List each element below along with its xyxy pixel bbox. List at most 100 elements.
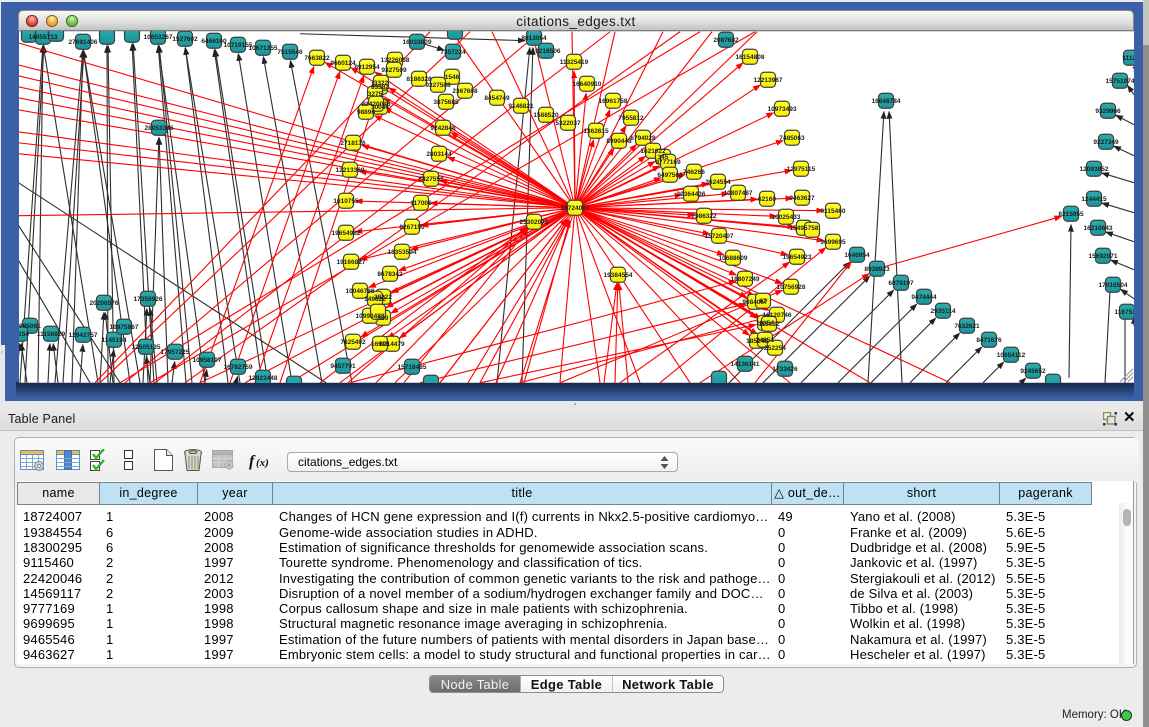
svg-text:16154808: 16154808: [736, 54, 765, 61]
svg-text:8678342: 8678342: [377, 271, 403, 278]
svg-text:117006: 117006: [410, 200, 432, 207]
svg-text:16915: 16915: [371, 341, 389, 348]
svg-text:6879197: 6879197: [888, 280, 914, 287]
svg-text:2718176: 2718176: [340, 140, 366, 147]
svg-text:1527602: 1527602: [172, 36, 198, 43]
svg-text:12213967: 12213967: [754, 77, 783, 84]
svg-text:16648784: 16648784: [872, 98, 901, 105]
svg-text:10975867: 10975867: [110, 324, 139, 331]
svg-text:3275: 3275: [368, 91, 383, 98]
svg-text:98896: 98896: [357, 109, 375, 116]
svg-text:9327509: 9327509: [381, 67, 407, 74]
svg-text:9146821: 9146821: [508, 103, 534, 110]
svg-text:1640954: 1640954: [844, 252, 870, 259]
svg-text:39154: 39154: [19, 331, 29, 338]
svg-text:12093852: 12093852: [1080, 166, 1109, 173]
svg-text:985061: 985061: [19, 323, 41, 330]
svg-text:16033809: 16033809: [403, 39, 432, 46]
svg-text:20206576: 20206576: [90, 300, 119, 307]
svg-text:8454749: 8454749: [484, 95, 510, 102]
svg-text:7625402: 7625402: [340, 339, 366, 346]
svg-text:10807487: 10807487: [724, 190, 753, 197]
svg-text:27691406: 27691406: [69, 39, 98, 46]
svg-text:12923448: 12923448: [249, 375, 278, 382]
svg-text:1588520: 1588520: [533, 112, 559, 119]
svg-text:16961758: 16961758: [599, 98, 628, 105]
svg-text:7515546: 7515546: [277, 49, 303, 56]
svg-text:9474444: 9474444: [911, 294, 937, 301]
svg-text:9242848: 9242848: [430, 125, 456, 132]
svg-text:9115460: 9115460: [821, 208, 846, 215]
svg-text:10654112: 10654112: [997, 352, 1026, 359]
svg-text:17010504: 17010504: [1099, 282, 1128, 289]
svg-text:14136141: 14136141: [731, 361, 760, 368]
svg-text:1546: 1546: [445, 74, 460, 81]
svg-text:8427552: 8427552: [418, 176, 444, 183]
svg-text:16120746: 16120746: [763, 312, 792, 319]
svg-text:10756928: 10756928: [777, 284, 806, 291]
svg-text:2803144: 2803144: [426, 151, 452, 158]
svg-text:15495758: 15495758: [790, 225, 819, 232]
svg-text:16782759: 16782759: [224, 364, 253, 371]
svg-text:25302075: 25302075: [520, 219, 549, 226]
svg-text:9777169: 9777169: [655, 159, 681, 166]
svg-text:6497568: 6497568: [657, 172, 683, 179]
svg-text:115132: 115132: [758, 321, 780, 328]
svg-text:15720407: 15720407: [705, 233, 734, 240]
svg-text:3875685: 3875685: [433, 99, 459, 106]
svg-text:16210643: 16210643: [1084, 225, 1113, 232]
svg-text:17957225: 17957225: [161, 349, 190, 356]
svg-text:18724007: 18724007: [561, 205, 590, 212]
svg-text:18807249: 18807249: [731, 276, 760, 283]
svg-text:67: 67: [759, 298, 767, 305]
svg-text:746266: 746266: [683, 169, 705, 176]
svg-text:20364436: 20364436: [677, 191, 706, 198]
svg-text:1362615: 1362615: [583, 128, 609, 135]
svg-text:19654982: 19654982: [332, 230, 361, 237]
svg-text:11124: 11124: [1122, 55, 1134, 62]
svg-text:7632621: 7632621: [954, 323, 980, 330]
svg-text:17359926: 17359926: [134, 296, 163, 303]
svg-text:10046788: 10046788: [346, 288, 375, 295]
svg-text:8813054: 8813054: [521, 35, 547, 42]
svg-text:9660124: 9660124: [330, 60, 356, 67]
svg-text:12942757: 12942757: [69, 332, 98, 339]
svg-text:13226058: 13226058: [381, 57, 410, 64]
svg-text:10653267: 10653267: [144, 34, 173, 41]
svg-text:7357224: 7357224: [440, 49, 466, 56]
svg-text:19654923: 19654923: [783, 254, 812, 261]
svg-text:10958107: 10958107: [193, 357, 222, 364]
svg-text:2935114: 2935114: [931, 308, 956, 315]
svg-text:22420046: 22420046: [362, 101, 391, 108]
svg-text:7663822: 7663822: [304, 55, 330, 62]
svg-text:3624554: 3624554: [705, 179, 731, 186]
svg-text:2087682: 2087682: [713, 37, 739, 44]
svg-text:1244415: 1244415: [1081, 196, 1107, 203]
svg-text:9329966: 9329966: [1095, 108, 1121, 115]
svg-text:8990448: 8990448: [606, 138, 632, 145]
svg-text:15692971: 15692971: [1089, 253, 1118, 260]
svg-text:12975115: 12975115: [787, 166, 816, 173]
svg-text:19166827: 19166827: [337, 259, 366, 266]
svg-text:6794028: 6794028: [630, 135, 656, 142]
svg-text:13353594: 13353594: [388, 249, 417, 256]
svg-text:8215955: 8215955: [1058, 211, 1084, 218]
svg-text:149822: 149822: [364, 296, 386, 303]
svg-text:62160: 62160: [758, 196, 776, 203]
svg-text:28053346: 28053346: [145, 125, 174, 132]
svg-text:11325419: 11325419: [560, 59, 589, 66]
svg-text:9327508: 9327508: [425, 82, 451, 89]
svg-text:8267150: 8267150: [399, 224, 425, 231]
svg-text:10671355: 10671355: [249, 45, 278, 52]
svg-text:9227349: 9227349: [1093, 139, 1119, 146]
svg-text:15716485: 15716485: [398, 364, 427, 371]
svg-text:8912954: 8912954: [354, 64, 380, 71]
svg-text:15751074: 15751074: [1106, 78, 1134, 85]
svg-text:8938923: 8938923: [864, 266, 890, 273]
svg-text:7485063: 7485063: [779, 135, 805, 142]
svg-text:7986322: 7986322: [691, 213, 717, 220]
svg-text:11156829: 11156829: [37, 331, 66, 338]
svg-text:10025433: 10025433: [772, 214, 801, 221]
svg-text:19218506: 19218506: [532, 48, 561, 55]
svg-text:10973493: 10973493: [768, 106, 797, 113]
